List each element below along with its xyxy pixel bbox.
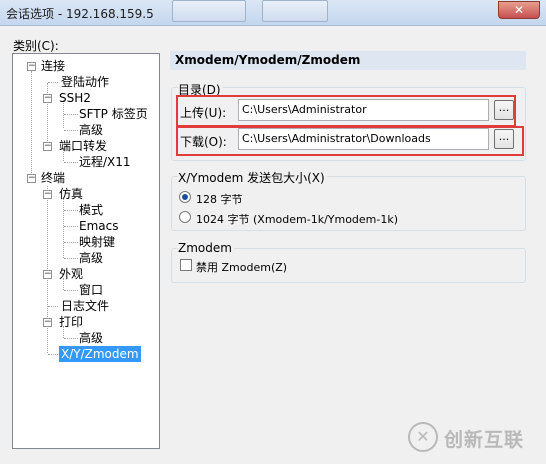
radio-1024[interactable]: [179, 211, 191, 223]
tree-item-emulation-advanced[interactable]: 高级: [79, 250, 103, 266]
disable-zmodem-checkbox[interactable]: [180, 259, 192, 271]
collapse-icon[interactable]: −: [43, 270, 52, 279]
ghost-button-2: [262, 0, 328, 22]
tree-item-port-forwarding[interactable]: 端口转发: [59, 138, 107, 154]
section-header: Xmodem/Ymodem/Zmodem: [170, 51, 526, 70]
category-tree[interactable]: − 连接 登陆动作 − SSH2 SFTP 标签页 高级 − 端口转发 远程/X…: [12, 53, 160, 449]
tree-item-log-file[interactable]: 日志文件: [61, 298, 109, 314]
title-bar: 会话选项 - 192.168.159.5 ✕: [0, 0, 546, 26]
close-button[interactable]: ✕: [498, 1, 540, 19]
radio-128[interactable]: [179, 191, 191, 203]
tree-item-printing[interactable]: 打印: [59, 314, 83, 330]
radio-1024-label: 1024 字节 (Xmodem-1k/Ymodem-1k): [196, 213, 399, 226]
tree-item-window[interactable]: 窗口: [79, 282, 103, 298]
tree-item-ssh2[interactable]: SSH2: [59, 90, 91, 106]
upload-highlight: [176, 95, 516, 127]
tree-item-printing-advanced[interactable]: 高级: [79, 330, 103, 346]
logo-icon: ✕: [408, 422, 438, 452]
tree-item-modes[interactable]: 模式: [79, 202, 103, 218]
zmodem-group-label: Zmodem: [178, 241, 234, 255]
collapse-icon[interactable]: −: [43, 94, 52, 103]
tree-item-xyzmodem[interactable]: X/Y/Zmodem: [59, 346, 141, 362]
download-highlight: [176, 126, 524, 156]
collapse-icon[interactable]: −: [43, 190, 52, 199]
tree-item-remote-x11[interactable]: 远程/X11: [79, 154, 131, 170]
collapse-icon[interactable]: −: [27, 174, 36, 183]
collapse-icon[interactable]: −: [27, 62, 36, 71]
logo-text: 创新互联: [444, 429, 525, 451]
tree-item-emacs[interactable]: Emacs: [79, 218, 118, 234]
radio-128-label: 128 字节: [196, 193, 243, 206]
disable-zmodem-label: 禁用 Zmodem(Z): [196, 261, 288, 274]
tree-item-connection[interactable]: 连接: [41, 58, 65, 74]
tree-item-terminal[interactable]: 终端: [41, 170, 65, 186]
collapse-icon[interactable]: −: [43, 318, 52, 327]
window-title: 会话选项 - 192.168.159.5: [6, 7, 154, 21]
tree-item-appearance[interactable]: 外观: [59, 266, 83, 282]
tree-item-ssh2-advanced[interactable]: 高级: [79, 122, 103, 138]
collapse-icon[interactable]: −: [43, 142, 52, 151]
tree-item-mapped-keys[interactable]: 映射键: [79, 234, 115, 250]
category-label: 类别(C):: [13, 39, 59, 53]
tree-item-sftp-tab[interactable]: SFTP 标签页: [79, 106, 148, 122]
tree-item-emulation[interactable]: 仿真: [59, 186, 83, 202]
watermark-logo: ✕ 创新互联: [406, 419, 538, 455]
packet-size-group-label: X/Ymodem 发送包大小(X): [178, 169, 327, 186]
tree-item-login-actions[interactable]: 登陆动作: [61, 74, 109, 90]
ghost-button-1: [172, 0, 246, 22]
